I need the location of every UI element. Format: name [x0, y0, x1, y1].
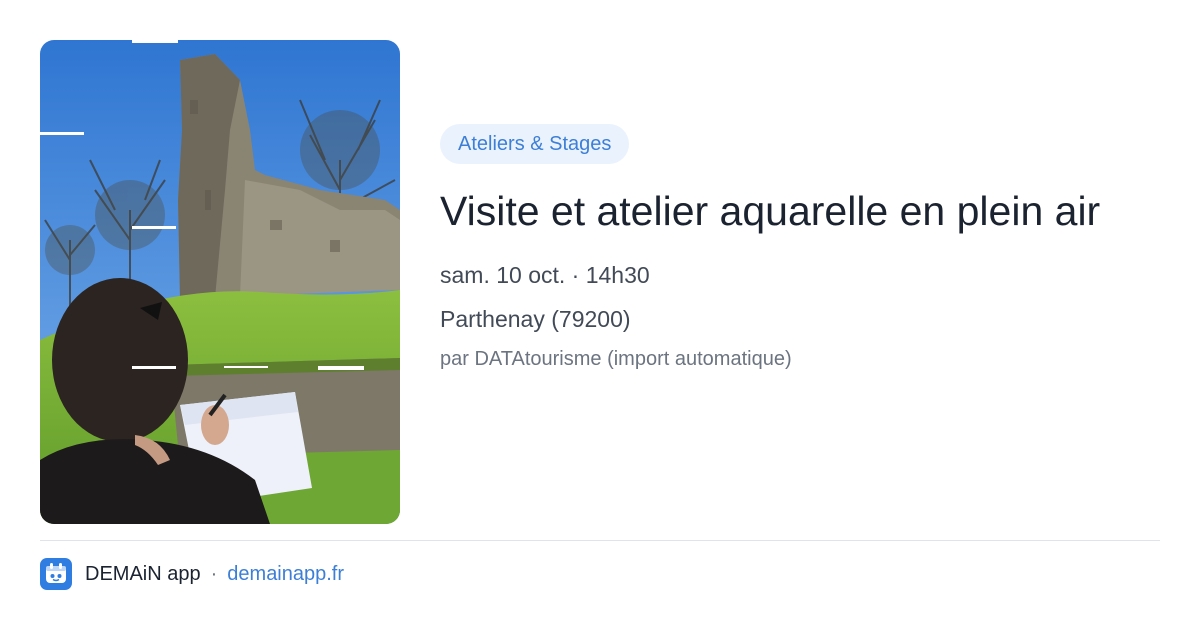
footer-divider [40, 540, 1160, 541]
event-location: Parthenay (79200) [440, 306, 631, 332]
event-card[interactable]: Ateliers & Stages Visite et atelier aqua… [0, 0, 1200, 630]
event-date: sam. 10 oct. · 14h30 [440, 262, 650, 288]
app-website-link[interactable]: demainapp.fr [227, 563, 344, 586]
footer-separator: · [210, 562, 218, 585]
app-name: DEMAiN app [85, 562, 201, 585]
event-details: Ateliers & Stages Visite et atelier aqua… [440, 124, 1140, 372]
event-source: par DATAtourisme (import automatique) [440, 348, 792, 370]
footer: DEMAiN app · demainapp.fr [40, 558, 344, 590]
event-photo [40, 40, 400, 524]
category-badge[interactable]: Ateliers & Stages [440, 124, 630, 164]
demain-logo-icon[interactable] [40, 558, 72, 590]
event-title[interactable]: Visite et atelier aquarelle en plein air [440, 184, 1120, 238]
